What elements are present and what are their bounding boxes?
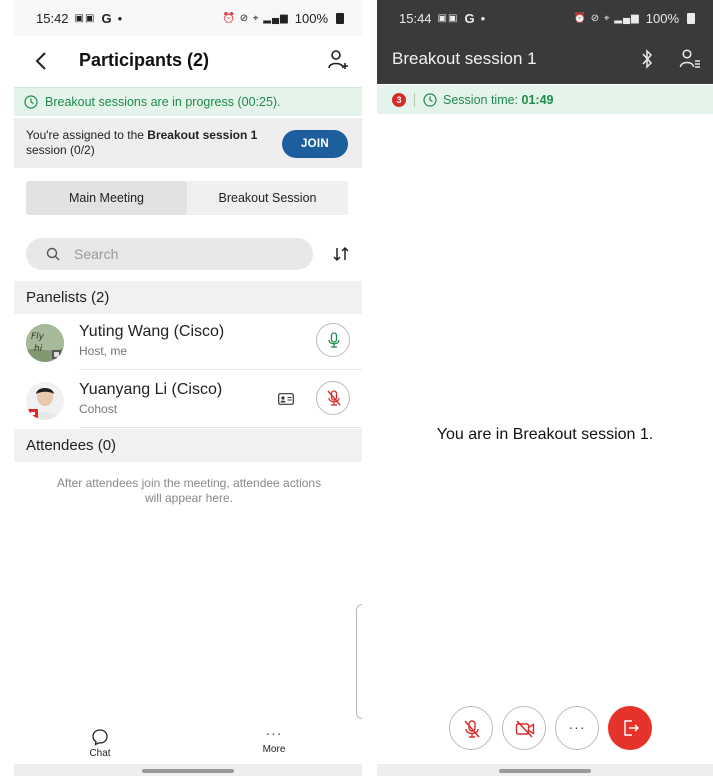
assignment-suffix: session (0/2) (26, 143, 95, 157)
clock-icon (24, 95, 38, 109)
add-participant-icon[interactable] (326, 48, 350, 72)
panelist-role: Cohost (79, 402, 118, 416)
participants-screen: 15:42 ▣▣ G • ⏰ ⊘ ⌖ ▂▄▆ 100% Participants… (14, 0, 362, 776)
avatar: Fly hi (26, 324, 64, 362)
panelist-row[interactable]: Fly hi Yuting Wang (Cisco) Host, me (14, 314, 362, 370)
panelist-role: Host, me (79, 344, 128, 358)
assignment-prefix: You're assigned to the (26, 128, 148, 142)
more-dots-icon: ··· (265, 725, 283, 741)
recording-badge: 3 (392, 92, 406, 107)
mute-button[interactable] (449, 706, 493, 750)
session-time-bar: 3 Session time: 01:49 (377, 85, 713, 114)
mic-muted-button[interactable] (316, 381, 350, 415)
breakout-progress-banner: Breakout sessions are in progress (00:25… (14, 87, 362, 116)
assignment-session-name: Breakout session 1 (147, 128, 258, 142)
search-field[interactable]: Search (26, 238, 313, 270)
banner-text: Breakout sessions are in progress (00:25… (45, 95, 281, 109)
home-indicator[interactable] (142, 769, 234, 773)
join-button[interactable]: JOIN (282, 130, 348, 158)
status-bar: 15:44 ▣▣ G • ⏰ ⊘ ⌖ ▂▄▆ 100% (377, 0, 713, 36)
tab-breakout-session[interactable]: Breakout Session (187, 181, 348, 215)
notification-icons: ▣▣ (437, 12, 459, 24)
mic-icon (328, 332, 340, 348)
svg-text:hi: hi (34, 344, 43, 354)
panelist-name: Yuting Wang (Cisco) (79, 323, 225, 340)
video-button[interactable] (502, 706, 546, 750)
home-indicator[interactable] (499, 769, 591, 773)
session-time-value: 01:49 (521, 92, 554, 107)
nav-label-more: More (262, 744, 286, 755)
page-title: Participants (2) (79, 50, 210, 70)
search-icon (46, 247, 60, 261)
participants-list-icon[interactable] (679, 48, 701, 70)
home-indicator-bar (14, 764, 362, 776)
leave-icon (624, 720, 640, 736)
more-dots-icon: ··· (568, 719, 586, 735)
status-dot: • (480, 10, 486, 26)
breakout-session-screen: 15:44 ▣▣ G • ⏰ ⊘ ⌖ ▂▄▆ 100% Breakout ses… (377, 0, 713, 776)
mic-muted-icon (464, 720, 480, 738)
session-time-label: Session time: (443, 92, 522, 107)
system-icons: ⏰ ⊘ ⌖ ▂▄▆ (573, 12, 640, 24)
mic-button[interactable] (316, 323, 350, 357)
home-indicator-bar (377, 764, 713, 776)
separator (414, 92, 415, 107)
nav-label-chat: Chat (89, 748, 111, 759)
tab-main-meeting[interactable]: Main Meeting (26, 181, 187, 215)
panelist-row[interactable]: Yuanyang Li (Cisco) Cohost (14, 372, 362, 428)
breakout-message: You are in Breakout session 1. (436, 426, 654, 443)
search-placeholder: Search (74, 246, 119, 262)
participants-header: Participants (2) (14, 36, 362, 86)
status-carrier: G (464, 10, 475, 26)
bottom-nav: Chat ··· More (14, 724, 362, 764)
status-bar: 15:42 ▣▣ G • ⏰ ⊘ ⌖ ▂▄▆ 100% (14, 0, 362, 36)
session-header: Breakout session 1 (377, 36, 713, 84)
mic-muted-icon (327, 390, 341, 406)
battery-icon (336, 12, 344, 24)
status-carrier: G (101, 10, 112, 26)
call-controls: ··· (377, 706, 713, 752)
session-title: Breakout session 1 (392, 49, 537, 68)
assignment-text: You're assigned to the Breakout session … (26, 128, 286, 158)
session-time: Session time: 01:49 (443, 93, 554, 107)
nav-item-chat[interactable]: Chat (70, 728, 130, 759)
avatar (26, 382, 64, 420)
assignment-box: You're assigned to the Breakout session … (14, 118, 362, 168)
chat-bubble-icon (92, 729, 108, 746)
svg-text:Fly: Fly (31, 332, 45, 342)
status-battery: 100% (294, 10, 328, 26)
battery-icon (687, 12, 695, 24)
video-off-icon (515, 720, 535, 738)
side-panel-handle[interactable] (356, 604, 362, 719)
row-divider (79, 369, 362, 370)
row-divider (79, 427, 362, 428)
notification-icons: ▣▣ (74, 12, 96, 24)
avatar-photo-icon (26, 382, 64, 420)
more-options-button[interactable]: ··· (555, 706, 599, 750)
attendees-empty-message: After attendees join the meeting, attend… (56, 476, 322, 505)
avatar-fly-hi-icon: Fly hi (26, 324, 64, 362)
status-time: 15:44 (399, 10, 432, 26)
attendees-header: Attendees (0) (14, 429, 362, 462)
clock-icon (423, 92, 437, 107)
sort-icon[interactable] (332, 245, 350, 263)
leave-button[interactable] (608, 706, 652, 750)
status-dot: • (117, 10, 123, 26)
back-arrow-icon[interactable] (32, 50, 52, 72)
session-tabs: Main Meeting Breakout Session (26, 181, 348, 215)
bluetooth-icon[interactable] (639, 49, 655, 69)
status-battery: 100% (645, 10, 679, 26)
system-icons: ⏰ ⊘ ⌖ ▂▄▆ (222, 12, 289, 24)
status-time: 15:42 (36, 10, 69, 26)
panelists-header: Panelists (2) (14, 281, 362, 314)
nav-item-more[interactable]: ··· More (244, 725, 304, 755)
id-card-icon (278, 393, 294, 405)
panelist-name: Yuanyang Li (Cisco) (79, 381, 223, 398)
